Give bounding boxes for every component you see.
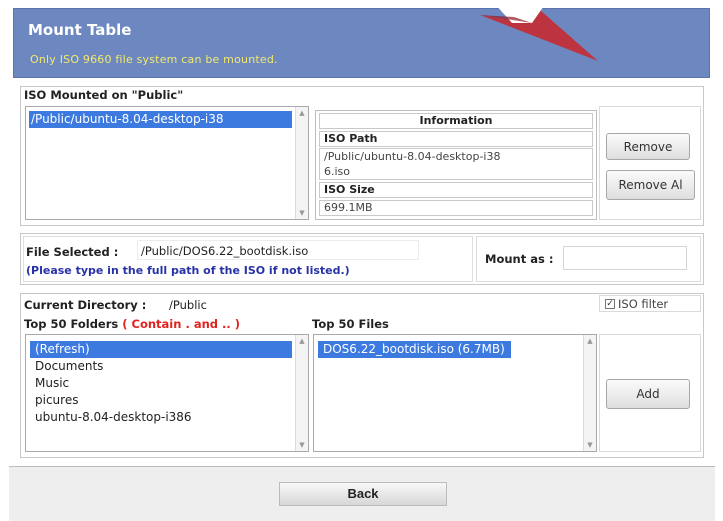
remove-button-panel xyxy=(599,106,701,220)
list-item[interactable]: ubuntu-8.04-desktop-i386 xyxy=(30,409,292,426)
files-list[interactable]: DOS6.22_bootdisk.iso (6.7MB) ▲ ▼ xyxy=(313,334,597,452)
folders-list[interactable]: (Refresh) Documents Music picures ubuntu… xyxy=(25,334,309,452)
header-banner: Mount Table Only ISO 9660 file system ca… xyxy=(13,3,710,78)
list-item[interactable]: Documents xyxy=(30,358,292,375)
list-item[interactable]: /Public/ubuntu-8.04-desktop-i38 xyxy=(29,111,292,128)
scrollbar[interactable]: ▲ ▼ xyxy=(295,335,308,451)
remove-all-button[interactable]: Remove Al xyxy=(606,170,695,200)
mounted-iso-list[interactable]: /Public/ubuntu-8.04-desktop-i38 ▲ ▼ xyxy=(25,106,309,220)
scroll-up-icon[interactable]: ▲ xyxy=(584,335,596,347)
iso-path-label: ISO Path xyxy=(319,131,593,147)
page-subtitle: Only ISO 9660 file system can be mounted… xyxy=(30,53,278,66)
iso-size-value: 699.1MB xyxy=(319,200,593,216)
list-item[interactable]: picures xyxy=(30,392,292,409)
scroll-down-icon[interactable]: ▼ xyxy=(296,439,308,451)
current-directory-value: /Public xyxy=(169,298,207,312)
page-title: Mount Table xyxy=(28,21,132,39)
iso-size-label: ISO Size xyxy=(319,182,593,198)
list-item[interactable]: (Refresh) xyxy=(30,341,292,358)
mount-as-label: Mount as : xyxy=(485,252,554,266)
iso-filter-label[interactable]: ISO filter xyxy=(618,297,668,311)
footer-bar: Back xyxy=(9,466,715,521)
iso-path-value: /Public/ubuntu-8.04-desktop-i38 6.iso xyxy=(319,148,593,180)
remove-button[interactable]: Remove xyxy=(606,133,690,160)
folders-label: Top 50 Folders ( Contain . and .. ) xyxy=(24,317,240,331)
scrollbar[interactable]: ▲ ▼ xyxy=(583,335,596,451)
back-button[interactable]: Back xyxy=(279,482,447,506)
list-item[interactable]: DOS6.22_bootdisk.iso (6.7MB) xyxy=(318,341,511,358)
mounted-heading: ISO Mounted on "Public" xyxy=(24,88,184,102)
current-directory-label: Current Directory : xyxy=(24,298,147,312)
files-label: Top 50 Files xyxy=(312,317,389,331)
folders-note: ( Contain . and .. ) xyxy=(122,317,240,331)
scroll-up-icon[interactable]: ▲ xyxy=(296,107,308,119)
arrow-icon xyxy=(480,3,598,61)
iso-filter-checkbox[interactable]: ✓ xyxy=(605,299,615,309)
path-hint: (Please type in the full path of the ISO… xyxy=(26,264,350,277)
list-item[interactable]: Music xyxy=(30,375,292,392)
information-title: Information xyxy=(319,113,593,129)
scroll-down-icon[interactable]: ▼ xyxy=(584,439,596,451)
mount-table-window: Mount Table Only ISO 9660 file system ca… xyxy=(9,0,715,521)
file-selected-label: File Selected : xyxy=(26,245,119,259)
scrollbar[interactable]: ▲ ▼ xyxy=(295,107,308,219)
add-button[interactable]: Add xyxy=(606,379,690,409)
scroll-down-icon[interactable]: ▼ xyxy=(296,207,308,219)
mount-as-input[interactable] xyxy=(563,246,687,270)
scroll-up-icon[interactable]: ▲ xyxy=(296,335,308,347)
information-panel: Information ISO Path /Public/ubuntu-8.04… xyxy=(315,110,597,220)
file-selected-input[interactable]: /Public/DOS6.22_bootdisk.iso xyxy=(137,240,419,260)
